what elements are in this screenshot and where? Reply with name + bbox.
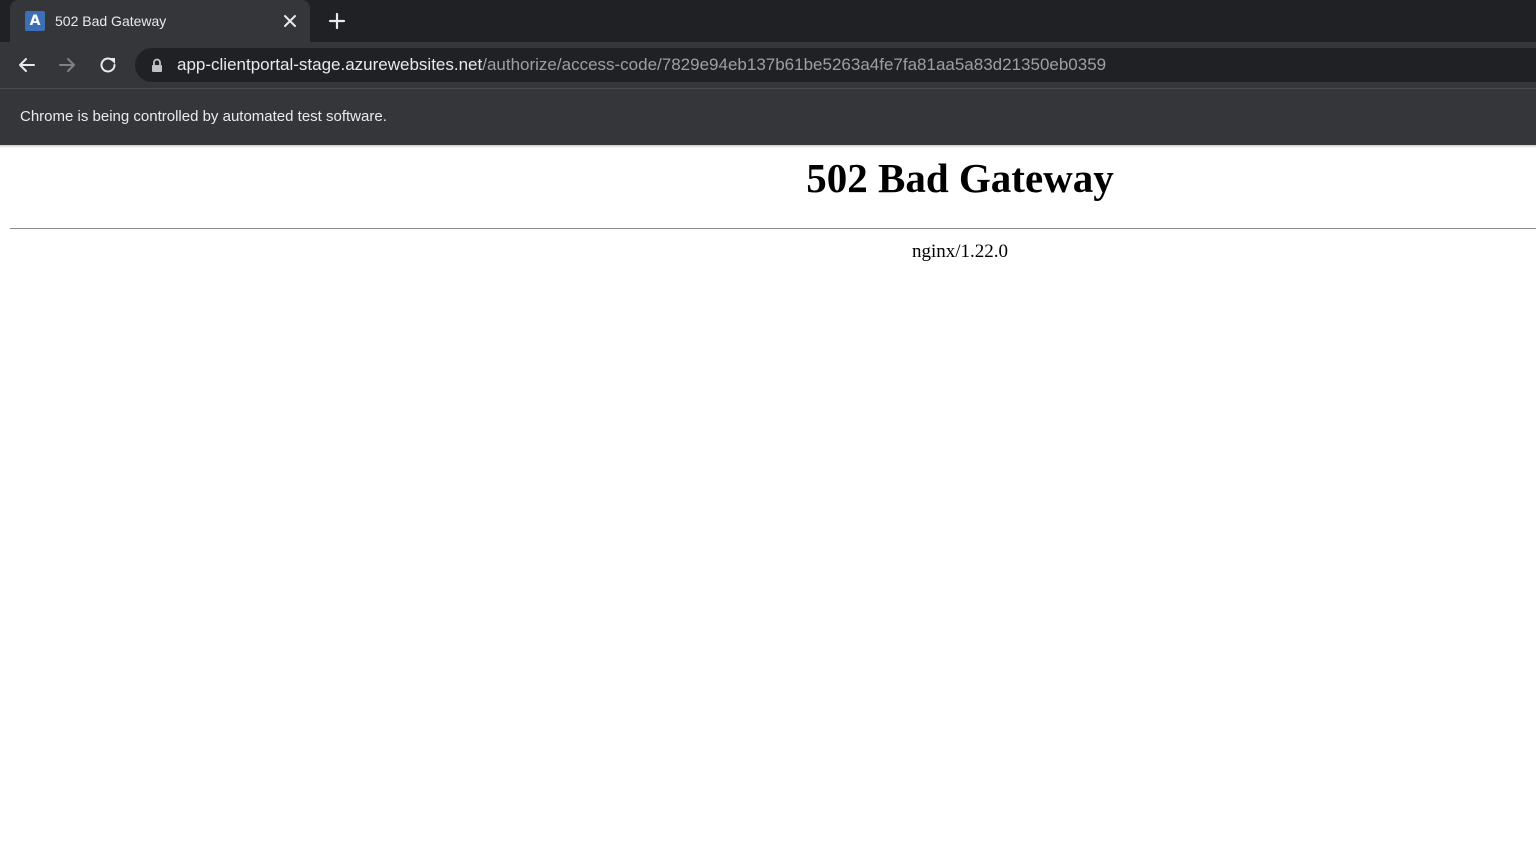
new-tab-button[interactable] [326, 10, 348, 32]
forward-button[interactable] [55, 53, 79, 77]
reload-icon [100, 57, 116, 73]
close-icon[interactable] [280, 11, 300, 31]
plus-icon [328, 12, 346, 30]
url-host: app-clientportal-stage.azurewebsites.net [177, 55, 483, 74]
page-title: 502 Bad Gateway [806, 155, 1114, 201]
automation-infobar: Chrome is being controlled by automated … [0, 88, 1536, 145]
site-favicon-icon: A [25, 11, 45, 31]
arrow-left-icon [19, 58, 35, 72]
reload-button[interactable] [96, 53, 120, 77]
back-button[interactable] [15, 53, 39, 77]
infobar-message: Chrome is being controlled by automated … [20, 108, 387, 125]
url-path: /authorize/access-code/7829e94eb137b61be… [482, 55, 1107, 74]
address-bar[interactable]: app-clientportal-stage.azurewebsites.net… [135, 48, 1536, 82]
tab-active[interactable]: A 502 Bad Gateway [10, 0, 310, 42]
url-text[interactable]: app-clientportal-stage.azurewebsites.net… [177, 55, 1106, 75]
lock-icon[interactable] [150, 58, 164, 74]
horizontal-rule [10, 228, 1536, 229]
tab-title: 502 Bad Gateway [55, 13, 167, 29]
tab-strip: A 502 Bad Gateway [0, 0, 1536, 42]
page-content: 502 Bad Gateway nginx/1.22.0 [0, 148, 1536, 864]
arrow-right-icon [59, 58, 75, 72]
browser-toolbar: app-clientportal-stage.azurewebsites.net… [0, 42, 1536, 88]
server-signature: nginx/1.22.0 [911, 241, 1009, 262]
